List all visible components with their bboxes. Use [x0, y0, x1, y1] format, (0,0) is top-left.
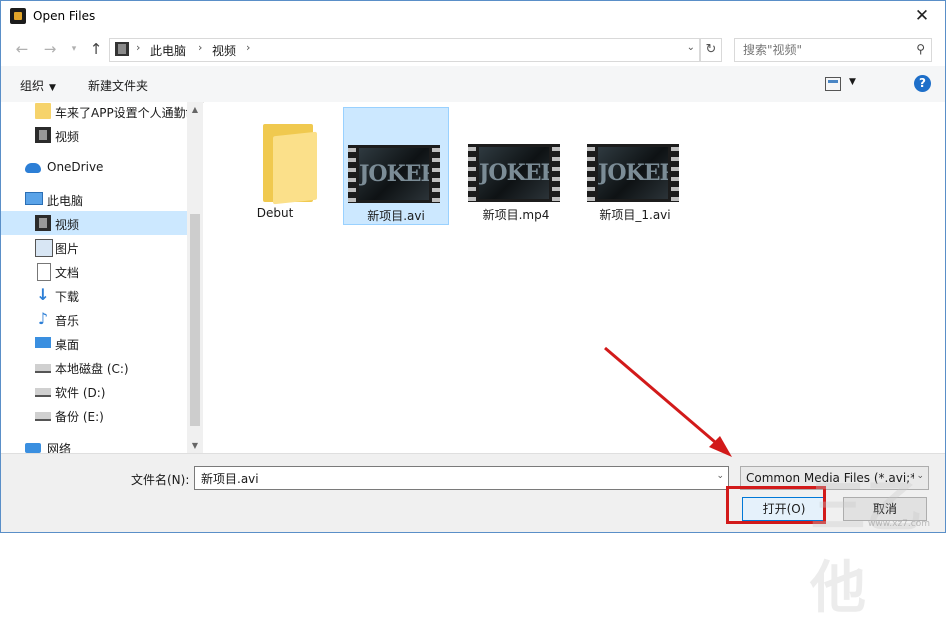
breadcrumb-this-pc[interactable]: 此电脑 — [150, 42, 186, 59]
forward-arrow-icon[interactable]: → — [41, 40, 59, 58]
address-bar[interactable]: › 此电脑 › 视频 › ⌄ — [109, 38, 700, 62]
sidebar-item-pictures[interactable]: 图片 — [1, 235, 187, 259]
file-name: Debut — [256, 206, 294, 220]
sidebar-item-documents[interactable]: 文档 — [1, 259, 187, 283]
file-item-new-project-mp4[interactable]: JOKER 新项目.mp4 — [464, 107, 568, 223]
file-name: 新项目.mp4 — [482, 208, 550, 222]
sidebar-item-drive-e[interactable]: 备份 (E:) — [1, 403, 187, 427]
up-arrow-icon[interactable]: ↑ — [87, 40, 105, 58]
search-input[interactable] — [741, 42, 905, 58]
picture-icon — [35, 239, 53, 257]
address-row: ← → ▾ ↑ › 此电脑 › 视频 › ⌄ ↻ ⚲ — [1, 32, 945, 66]
file-item-new-project-avi[interactable]: JOKER 新项目.avi — [343, 107, 449, 225]
file-name: 新项目.avi — [367, 209, 425, 223]
navigation-pane: 车来了APP设置个人通勤f 视频 OneDrive 此电脑 视频 图片 文档 ↓ — [1, 99, 203, 456]
open-files-dialog: Open Files ✕ ← → ▾ ↑ › 此电脑 › 视频 › ⌄ ↻ ⚲ … — [0, 0, 946, 533]
sidebar-item-commute-folder[interactable]: 车来了APP设置个人通勤f — [1, 99, 190, 123]
back-arrow-icon[interactable]: ← — [13, 40, 31, 58]
chevron-right-icon[interactable]: › — [246, 41, 250, 54]
window-title: Open Files — [33, 9, 96, 23]
sidebar-item-videos-quick[interactable]: 视频 — [1, 123, 187, 147]
file-item-debut[interactable]: Debut — [223, 107, 327, 223]
scrollbar-thumb[interactable] — [190, 214, 200, 426]
title-bar: Open Files ✕ — [1, 1, 945, 32]
cloud-icon — [25, 163, 41, 173]
chevron-down-icon[interactable]: ⌄ — [914, 471, 924, 481]
file-item-new-project-1-avi[interactable]: JOKER 新项目_1.avi — [583, 107, 687, 223]
sidebar-item-drive-c[interactable]: 本地磁盘 (C:) — [1, 355, 187, 379]
file-list-pane: Debut JOKER 新项目.avi JOKER 新项目.mp4 JOKER — [204, 102, 945, 453]
recent-chevron-icon[interactable]: ▾ — [65, 40, 83, 58]
chevron-right-icon[interactable]: › — [198, 41, 202, 54]
sidebar-scrollbar[interactable]: ▲ ▼ — [187, 102, 203, 453]
filename-label: 文件名(N): — [131, 473, 190, 487]
disk-icon — [35, 388, 51, 397]
close-icon[interactable]: ✕ — [899, 1, 945, 32]
music-icon: ♪ — [37, 309, 49, 328]
help-icon[interactable]: ? — [914, 75, 931, 92]
sidebar-item-drive-d[interactable]: 软件 (D:) — [1, 379, 187, 403]
sidebar-item-this-pc[interactable]: 此电脑 — [1, 187, 187, 211]
chevron-right-icon[interactable]: › — [136, 41, 140, 54]
sidebar-item-videos[interactable]: 视频 — [1, 211, 187, 235]
refresh-icon[interactable]: ↻ — [700, 38, 722, 62]
download-icon: ↓ — [36, 285, 50, 304]
video-thumbnail: JOKER — [587, 144, 679, 202]
chevron-down-icon[interactable]: ⌄ — [687, 42, 695, 53]
video-thumbnail: JOKER — [468, 144, 560, 202]
annotation-highlight-box — [726, 486, 826, 524]
desktop-icon — [35, 337, 51, 348]
caret-down-icon: ▼ — [49, 83, 56, 93]
scroll-up-icon[interactable]: ▲ — [187, 105, 203, 114]
new-folder-button[interactable]: 新建文件夹 — [88, 77, 148, 94]
breadcrumb-videos[interactable]: 视频 — [212, 42, 236, 59]
filename-combobox[interactable]: ⌄ — [194, 466, 729, 490]
caret-down-icon[interactable]: ▼ — [849, 77, 856, 87]
sidebar-item-music[interactable]: ♪ 音乐 — [1, 307, 187, 331]
folder-icon — [35, 103, 51, 119]
network-icon — [25, 443, 41, 453]
disk-icon — [35, 364, 51, 373]
toolbar: 组织 ▼ 新建文件夹 ▼ ? — [1, 66, 945, 520]
cancel-button[interactable]: 取消 — [843, 497, 927, 521]
search-box[interactable]: ⚲ — [734, 38, 932, 62]
video-thumbnail: JOKER — [348, 145, 440, 203]
disk-icon — [35, 412, 51, 421]
pc-icon — [25, 192, 43, 205]
filename-input[interactable] — [199, 470, 703, 486]
file-name: 新项目_1.avi — [599, 208, 671, 222]
sidebar-item-downloads[interactable]: ↓ 下载 — [1, 283, 187, 307]
folder-icon — [263, 124, 317, 205]
video-folder-icon — [115, 42, 129, 56]
video-icon — [35, 215, 51, 231]
search-icon[interactable]: ⚲ — [916, 42, 925, 56]
sidebar-item-desktop[interactable]: 桌面 — [1, 331, 187, 355]
app-icon — [10, 8, 26, 24]
organize-button[interactable]: 组织 ▼ — [20, 77, 56, 94]
view-options-icon[interactable] — [825, 77, 841, 91]
sidebar-item-onedrive[interactable]: OneDrive — [1, 155, 187, 179]
chevron-down-icon[interactable]: ⌄ — [716, 471, 724, 481]
scroll-down-icon[interactable]: ▼ — [187, 441, 203, 450]
document-icon — [37, 263, 51, 281]
video-icon — [35, 127, 51, 143]
